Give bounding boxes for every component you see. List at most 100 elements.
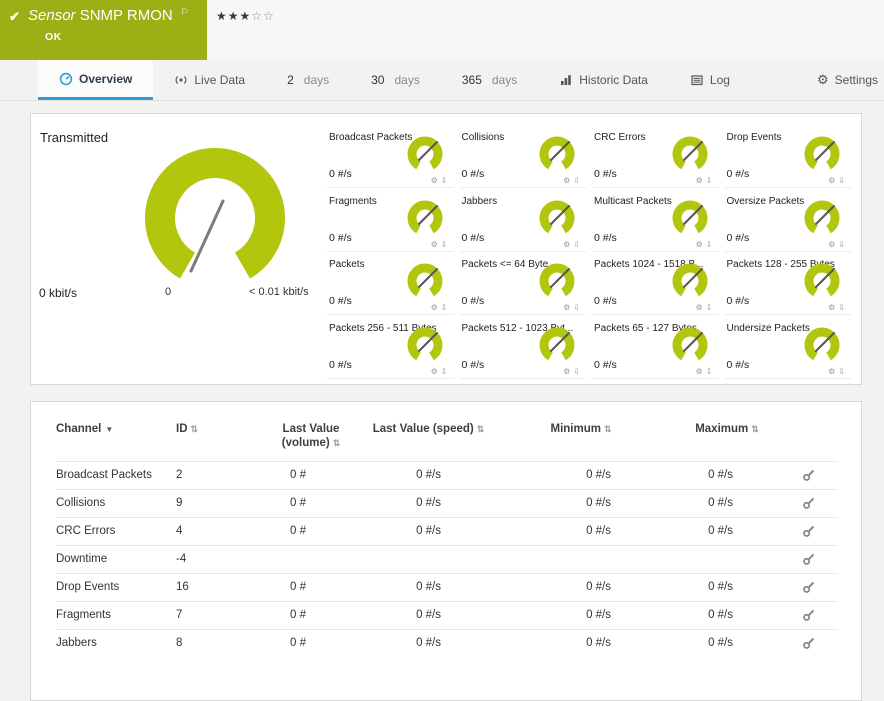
gauge-dial-icon <box>539 263 575 297</box>
gauge-broadcast-packets[interactable]: Broadcast Packets 0 #/s ⚙ ⇩ <box>327 126 454 188</box>
gauge-pin-icon[interactable]: ⇩ <box>706 303 713 312</box>
gauge-value: 0 #/s <box>726 231 750 244</box>
gauge-packets-1024-1518[interactable]: Packets 1024 - 1518 B... 0 #/s ⚙ ⇩ <box>592 253 719 315</box>
gauge-label: Jabbers <box>461 195 498 207</box>
channel-settings-icon[interactable] <box>802 636 816 650</box>
gauge-gear-icon[interactable]: ⚙ <box>431 240 438 249</box>
gauge-value: 0 #/s <box>594 295 617 307</box>
gauge-gear-icon[interactable]: ⚙ <box>563 367 570 376</box>
maximum-value: 0 #/s <box>666 488 788 518</box>
gauge-pin-icon[interactable]: ⇩ <box>573 303 580 312</box>
gauge-gear-icon[interactable]: ⚙ <box>828 176 835 185</box>
channel-id: 9 <box>176 488 261 518</box>
gauge-pin-icon[interactable]: ⇩ <box>838 303 845 312</box>
tab-overview[interactable]: Overview <box>38 60 154 100</box>
gauge-pin-icon[interactable]: ⇩ <box>838 176 845 185</box>
channel-settings-icon[interactable] <box>802 468 816 482</box>
gauge-dial-icon <box>804 136 840 170</box>
gauge-pin-icon[interactable]: ⇩ <box>706 367 713 376</box>
gauge-pin-icon[interactable]: ⇩ <box>441 303 448 312</box>
gauge-gear-icon[interactable]: ⚙ <box>563 303 570 312</box>
flag-icon[interactable]: ⚐ <box>180 7 189 18</box>
prtg-sensor-page: ✔ Sensor SNMP RMON ⚐ OK ★★★☆☆ Overview L… <box>0 0 884 701</box>
tab-label: Overview <box>79 71 133 86</box>
minimum-value: 0 #/s <box>496 488 666 518</box>
gauge-gear-icon[interactable]: ⚙ <box>696 176 703 185</box>
gauge-gear-icon[interactable]: ⚙ <box>563 176 570 185</box>
gauge-pin-icon[interactable]: ⇩ <box>573 240 580 249</box>
gauge-pin-icon[interactable]: ⇩ <box>573 367 580 376</box>
gauge-dial-icon <box>672 327 707 360</box>
gauge-pin-icon[interactable]: ⇩ <box>573 176 580 185</box>
gauge-gear-icon[interactable]: ⚙ <box>828 303 835 312</box>
channel-settings-icon[interactable] <box>802 524 816 538</box>
gauge-pin-icon[interactable]: ⇩ <box>706 176 713 185</box>
tab-2-days[interactable]: 2 days <box>266 60 350 100</box>
gauge-gear-icon[interactable]: ⚙ <box>431 176 438 185</box>
channel-id: 16 <box>176 572 261 602</box>
gauge-pin-icon[interactable]: ⇩ <box>838 367 845 376</box>
gauge-gear-icon[interactable]: ⚙ <box>431 303 438 312</box>
channel-settings-icon[interactable] <box>802 552 816 566</box>
gauge-gear-icon[interactable]: ⚙ <box>828 240 835 249</box>
gauge-packets-256-511[interactable]: Packets 256 - 511 Bytes 0 #/s ⚙ ⇩ <box>327 317 454 379</box>
gauge-pin-icon[interactable]: ⇩ <box>441 240 448 249</box>
gauge-pin-icon[interactable]: ⇩ <box>706 240 713 249</box>
transmitted-main-gauge[interactable]: Transmitted 0 kbit/s 0 < 0.01 kbit/s <box>31 114 321 384</box>
gauge-gear-icon[interactable]: ⚙ <box>696 303 703 312</box>
tab-label: Historic Data <box>579 73 648 87</box>
gauge-fragments[interactable]: Fragments 0 #/s ⚙ ⇩ <box>327 190 454 252</box>
col-header-id[interactable]: ID ⇅ <box>176 418 261 461</box>
gauge-jabbers[interactable]: Jabbers 0 #/s ⚙ ⇩ <box>459 190 586 252</box>
gauge-pin-icon[interactable]: ⇩ <box>838 240 845 249</box>
gauge-gear-icon[interactable]: ⚙ <box>696 240 703 249</box>
tab-365-days[interactable]: 365 days <box>441 60 538 100</box>
tab-settings[interactable]: ⚙ Settings <box>796 60 884 100</box>
gauge-dial-icon <box>539 136 575 170</box>
gauge-undersize-packets[interactable]: Undersize Packets 0 #/s ⚙ ⇩ <box>724 317 851 379</box>
sensor-title: Sensor SNMP RMON ⚐ <box>28 7 199 24</box>
gauge-gear-icon[interactable]: ⚙ <box>563 240 570 249</box>
gauge-dial-icon <box>539 327 575 360</box>
tab-label: Settings <box>834 73 878 87</box>
channel-settings-icon[interactable] <box>802 580 816 594</box>
gauge-value: 0 #/s <box>726 295 750 307</box>
col-header-last-value-speed[interactable]: Last Value (speed) ⇅ <box>361 418 496 461</box>
col-header-maximum[interactable]: Maximum ⇅ <box>666 418 788 461</box>
gauge-pin-icon[interactable]: ⇩ <box>441 367 448 376</box>
gauge-multicast-packets[interactable]: Multicast Packets 0 #/s ⚙ ⇩ <box>592 190 719 252</box>
gauge-drop-events[interactable]: Drop Events 0 #/s ⚙ ⇩ <box>724 126 851 188</box>
gauge-gear-icon[interactable]: ⚙ <box>696 367 703 376</box>
col-header-last-value-volume[interactable]: Last Value (volume) ⇅ <box>261 418 361 461</box>
gauge-packets-65-127[interactable]: Packets 65 - 127 Bytes 0 #/s ⚙ ⇩ <box>592 317 719 379</box>
gauge-packets-64-byte[interactable]: Packets <= 64 Byte 0 #/s ⚙ ⇩ <box>459 253 586 315</box>
channel-settings-icon[interactable] <box>802 608 816 622</box>
gauge-value: 0 #/s <box>329 358 352 371</box>
col-header-minimum[interactable]: Minimum ⇅ <box>496 418 666 461</box>
last-value-volume: 0 # <box>261 628 361 657</box>
gauge-gear-icon[interactable]: ⚙ <box>431 367 438 376</box>
col-header-channel[interactable]: Channel ▼ <box>56 418 176 461</box>
gauge-mini-icons: ⚙ ⇩ <box>825 176 845 185</box>
tab-live-data[interactable]: Live Data <box>153 60 266 100</box>
gauge-value: 0 #/s <box>329 168 352 180</box>
gauge-crc-errors[interactable]: CRC Errors 0 #/s ⚙ ⇩ <box>592 126 719 188</box>
overview-clock-icon <box>59 72 73 85</box>
gauge-collisions[interactable]: Collisions 0 #/s ⚙ ⇩ <box>459 126 586 188</box>
priority-stars[interactable]: ★★★☆☆ <box>216 9 275 23</box>
gauge-packets-128-255[interactable]: Packets 128 - 255 Bytes 0 #/s ⚙ ⇩ <box>724 253 851 315</box>
gauge-packets-512-1023[interactable]: Packets 512 - 1023 Byt... 0 #/s ⚙ ⇩ <box>459 317 586 379</box>
gauge-value: 0 #/s <box>594 231 617 244</box>
gauge-packets[interactable]: Packets 0 #/s ⚙ ⇩ <box>327 253 454 315</box>
tab-historic-data[interactable]: Historic Data <box>538 60 669 100</box>
gauge-gear-icon[interactable]: ⚙ <box>828 367 835 376</box>
gauge-label: Oversize Packets <box>726 195 805 207</box>
tab-log[interactable]: Log <box>669 60 751 100</box>
gauge-pin-icon[interactable]: ⇩ <box>441 176 448 185</box>
live-data-broadcast-icon <box>175 75 187 85</box>
channel-settings-icon[interactable] <box>802 496 816 510</box>
gauge-oversize-packets[interactable]: Oversize Packets 0 #/s ⚙ ⇩ <box>724 190 851 252</box>
last-value-volume: 0 # <box>261 600 361 630</box>
table-row-downtime: Downtime -4 <box>56 544 838 574</box>
tab-30-days[interactable]: 30 days <box>350 60 441 100</box>
